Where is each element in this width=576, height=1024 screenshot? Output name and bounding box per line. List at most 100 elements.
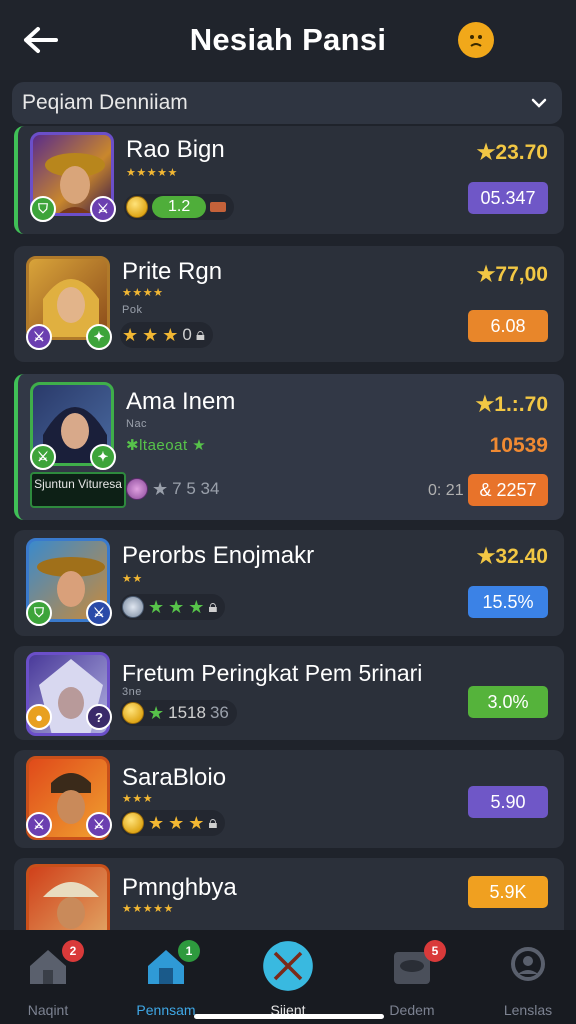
nav-profile[interactable]: Lenslas <box>480 940 576 1020</box>
star-icon: ★ <box>162 324 179 345</box>
star-icon: ★ <box>152 478 169 499</box>
star-rating: ★★★★★ <box>122 903 174 915</box>
coin-icon <box>122 812 144 834</box>
coin-icon <box>122 702 144 724</box>
item-name: Rao Bign <box>126 136 225 163</box>
item-sub: 3ne <box>122 686 142 698</box>
list-item[interactable]: ⛉ ⚔ Rao Bign ★★★★★ ★23.70 1.2 05.347 <box>14 126 564 234</box>
class-icon: ⚔ <box>86 812 112 838</box>
chest-small-icon <box>210 202 227 212</box>
star-icon: ★ <box>122 324 139 345</box>
shield-icon: ⛉ <box>26 600 52 626</box>
rating-value: ★23.70 <box>476 141 548 164</box>
item-name: Perorbs Enojmakr <box>122 542 315 569</box>
stats-pill: ★ 7 5 34 <box>124 476 227 502</box>
pill-extra: 36 <box>209 703 229 722</box>
pill-value: 0 <box>182 325 192 344</box>
dropdown-label: Peqiam Denniiam <box>22 91 188 114</box>
leaf-icon: ✦ <box>86 324 112 350</box>
emoji-icon <box>470 35 482 47</box>
value-button[interactable]: 05.347 <box>468 182 548 214</box>
class-icon: ⚔ <box>26 812 52 838</box>
avatar <box>26 864 110 930</box>
class-icon: ⚔ <box>30 444 56 470</box>
value-button[interactable]: 3.0% <box>468 686 548 718</box>
shield-icon: ⛉ <box>30 196 56 222</box>
list-item[interactable]: Pmnghbya ★★★★★ 5.9K <box>14 858 564 930</box>
level-value: 1.2 <box>152 196 207 218</box>
stars-pill: ★ 1518 36 <box>120 700 237 726</box>
notification-badge: 1 <box>178 940 200 962</box>
stars-pill: ★ ★ ★ 🔒︎ <box>120 594 226 620</box>
coin-icon <box>126 196 148 218</box>
side-value: 0: 21 <box>428 482 464 499</box>
nav-inventory[interactable]: 5 Dedem <box>364 940 460 1020</box>
chevron-down-icon <box>531 98 547 108</box>
value-button[interactable]: & 2257 <box>468 474 548 506</box>
item-name: Ama Inem <box>126 388 236 415</box>
item-name: Prite Rgn <box>122 258 223 285</box>
search-user-icon <box>511 947 545 981</box>
item-name: SaraBloio <box>122 764 227 791</box>
value-button[interactable]: 5.90 <box>468 786 548 818</box>
leaf-icon: ✦ <box>90 444 116 470</box>
crossed-swords-icon <box>263 941 313 991</box>
item-sub: Nac <box>126 418 148 430</box>
emoji-button[interactable] <box>458 22 494 58</box>
value-button[interactable]: 15.5% <box>468 586 548 618</box>
item-name: Fretum Peringkat Pem 5rinari <box>122 660 423 686</box>
nav-home[interactable]: 2 Naqint <box>0 940 96 1020</box>
star-icon: ★ <box>168 812 185 833</box>
stars-pill: ★ ★ ★ 🔒︎ <box>120 810 226 836</box>
star-icon: ★ <box>148 702 165 723</box>
top-bar: Nesiah Pansi <box>0 0 576 80</box>
star-icon: ★ <box>168 596 185 617</box>
list-item[interactable]: ⚔ ✦ Sjuntun Vituresa Ama Inem Nac ✱ltaeo… <box>14 374 564 520</box>
category-dropdown[interactable]: Peqiam Denniiam <box>12 82 562 124</box>
class-icon: ? <box>86 704 112 730</box>
lock-icon: 🔒︎ <box>208 597 218 616</box>
hero-caption: Sjuntun Vituresa <box>30 472 126 508</box>
rating-value: ★77,00 <box>476 263 548 286</box>
home-indicator <box>194 1014 384 1019</box>
class-icon: ⚔ <box>26 324 52 350</box>
list-item[interactable]: ● ? Fretum Peringkat Pem 5rinari 3ne ★ 1… <box>14 646 564 740</box>
bottom-navigation: 2 Naqint 1 Pennsam Sjient 5 Dedem Lensla… <box>0 930 576 1024</box>
star-rating: ✱ltaeoat ★ <box>126 437 207 454</box>
list-item[interactable]: ⛉ ⚔ Perorbs Enojmakr ★★ ★32.40 ★ ★ ★ 🔒︎ … <box>14 530 564 636</box>
list-item[interactable]: ⚔ ✦ Prite Rgn ★★★★ Pok ★77,00 ★ ★ ★ 0 🔒︎… <box>14 246 564 362</box>
star-icon: ★ <box>188 596 205 617</box>
character-portrait <box>43 882 99 929</box>
shield-coin-icon <box>122 596 144 618</box>
notification-badge: 2 <box>62 940 84 962</box>
list-item[interactable]: ⚔ ⚔ SaraBloio ★★★ ★ ★ ★ 🔒︎ 5.90 <box>14 750 564 848</box>
star-icon: ★ <box>142 324 159 345</box>
star-rating: ★★★★★ <box>126 167 178 179</box>
star-icon: ★ <box>148 596 165 617</box>
progress-pill: 1.2 <box>124 194 235 220</box>
class-icon: ⚔ <box>86 600 112 626</box>
rating-value: ★32.40 <box>476 545 548 568</box>
nav-label: Naqint <box>27 1002 69 1018</box>
star-icon: ★ <box>188 812 205 833</box>
stars-pill: ★ ★ ★ 0 🔒︎ <box>120 322 213 348</box>
star-rating: ★★★★ <box>122 287 164 299</box>
pill-value: 1518 <box>168 703 206 722</box>
nav-battle[interactable]: Sjient <box>240 940 336 1020</box>
nav-label: Lenslas <box>503 1002 553 1018</box>
potion-icon <box>126 478 148 500</box>
notification-badge: 5 <box>424 940 446 962</box>
item-sub: Pok <box>122 304 143 316</box>
star-rating: ★★★ <box>122 793 154 805</box>
score-value: 10539 <box>489 434 548 457</box>
coin-badge-icon: ● <box>26 704 52 730</box>
item-name: Pmnghbya <box>122 874 237 901</box>
star-icon: ★ <box>148 812 165 833</box>
lock-icon: 🔒︎ <box>195 325 205 344</box>
value-button[interactable]: 5.9K <box>468 876 548 908</box>
stats-value: 7 5 34 <box>172 479 220 498</box>
class-icon: ⚔ <box>90 196 116 222</box>
lock-icon: 🔒︎ <box>208 813 218 832</box>
nav-shop[interactable]: 1 Pennsam <box>118 940 214 1020</box>
value-button[interactable]: 6.08 <box>468 310 548 342</box>
